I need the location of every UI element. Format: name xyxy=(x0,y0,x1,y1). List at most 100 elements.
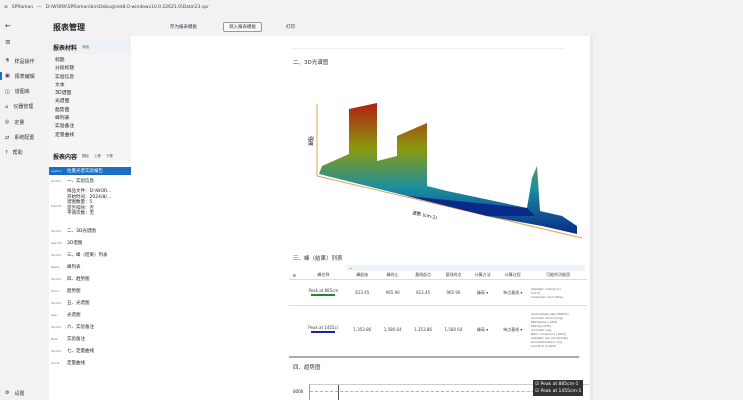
content-item[interactable]: Section 二、3D光谱图 xyxy=(49,225,131,237)
content-item[interactable]: Spec3D 3D谱图 xyxy=(49,237,131,249)
item-type-tag: ExpInfo xyxy=(51,203,62,208)
content-item[interactable]: ExpInfo 样品文件：D:\WOR... 开始时间：2024/8/... 谱图数量… xyxy=(49,187,131,225)
item-text: 六、实验备注 xyxy=(67,324,94,330)
peak-table: ⌄ ⚙ 峰名称 峰起始 峰终止 基线起点 基线终点 计算方法 计算过程 可能的功能团 Peak a… xyxy=(289,265,587,358)
legend-item[interactable]: ☑ Peak at 1455cm-1 xyxy=(535,388,581,395)
value-cell: 965.90 xyxy=(446,290,461,295)
content-item[interactable]: Quant 定量曲线 xyxy=(49,357,131,369)
item-type-tag: Spec xyxy=(51,312,58,317)
dropdown-icon: ▾ xyxy=(484,326,489,332)
material-item[interactable]: 3D谱图 xyxy=(49,90,131,98)
item-type-tag: Spec3D xyxy=(51,240,62,245)
time-label: 00:00:30 xyxy=(553,202,571,207)
nav-label: 定量 xyxy=(14,119,25,126)
nav-item-4[interactable]: ◎ 定量 xyxy=(0,115,46,129)
process-select[interactable]: 单点基线 ▾ xyxy=(497,306,529,354)
value-cell: 813.45 xyxy=(416,290,431,295)
nav-label: 系统配置 xyxy=(14,135,35,141)
title-bar: ⊘ SPRaman — D:\WORK\SPRaman\bin\Debug\ne… xyxy=(0,0,743,14)
content-item[interactable]: Spec 光谱图 xyxy=(49,309,131,321)
material-item[interactable]: 实验备注 xyxy=(49,123,131,131)
material-item[interactable]: 实验信息 xyxy=(49,74,131,82)
3d-spectrum-chart: 强度 波数 (cm-1) 00:00:30 xyxy=(307,103,583,239)
sample-icon: ⚗ xyxy=(5,58,10,64)
app-logo-icon: ⊘ xyxy=(4,4,8,10)
value-cell: 813.45 xyxy=(355,290,370,295)
peak-name-cell: Peak at 1455cr xyxy=(300,306,348,354)
item-text: 四、趋势图 xyxy=(67,276,90,282)
column-header[interactable]: 峰名称 xyxy=(300,271,348,280)
nav-item-2[interactable]: ◫ 谱图库 xyxy=(0,85,46,99)
column-header[interactable]: 计算过程 xyxy=(497,271,529,280)
item-text: 趋势图 xyxy=(67,288,81,294)
x-axis-label: 波数 (cm-1) xyxy=(412,209,438,221)
nav-item-5[interactable]: ⇄ 系统配置 xyxy=(0,131,46,145)
process-value: 单点基线 xyxy=(503,289,520,295)
content-item[interactable]: Peaks 峰列表 xyxy=(49,261,131,273)
content-item[interactable]: Trend 趋势图 xyxy=(49,285,131,297)
nav-item-0[interactable]: ⚗ 样品操作 xyxy=(0,54,46,68)
content-item[interactable]: Section 六、实验备注 xyxy=(49,321,131,333)
save-template-button[interactable]: 存为报表模板 xyxy=(165,22,202,32)
process-select[interactable]: 单点基线 ▾ xyxy=(497,280,529,306)
material-item[interactable]: 文本 xyxy=(49,82,131,90)
table-settings-icon[interactable]: ⚙ xyxy=(289,271,300,280)
peak-color-swatch xyxy=(311,331,336,334)
nav-item-3[interactable]: ⌂ 仪器管理 xyxy=(0,100,46,114)
print-button[interactable]: 打印 xyxy=(281,22,300,32)
move-down-button[interactable]: 下移 xyxy=(106,154,113,159)
horizontal-scrollbar[interactable] xyxy=(289,355,579,358)
exp-info-line: 平滑次数：无 xyxy=(67,211,94,216)
add-button[interactable]: 添加 xyxy=(82,45,89,50)
column-header[interactable]: 基线终点 xyxy=(438,271,468,280)
exp-info-line: 样品文件：D:\WOR... xyxy=(67,189,112,194)
material-item[interactable]: 峰列表 xyxy=(49,115,131,123)
material-item[interactable]: 标题 xyxy=(49,57,131,65)
column-header[interactable]: 峰起始 xyxy=(347,271,377,280)
content-item[interactable]: Section 五、光谱图 xyxy=(49,297,131,309)
file-path: D:\WORK\SPRaman\bin\Debug\net8.0-windows… xyxy=(45,4,210,10)
content-item[interactable]: Note 实验备注 xyxy=(49,333,131,345)
table-row[interactable]: Peak at 1455cr 1,353.86 1,580.64 1,353.86 1,… xyxy=(289,305,587,354)
material-item[interactable]: 趋势图 xyxy=(49,107,131,115)
content-item[interactable]: Caption 拉曼光谱实验报告 xyxy=(49,167,131,175)
column-header[interactable]: 计算方法 xyxy=(469,271,497,280)
column-header[interactable]: 可能的功能团 xyxy=(529,271,587,280)
title-separator: — xyxy=(37,4,42,10)
item-type-tag: Section xyxy=(51,276,62,281)
content-item[interactable]: Section 四、趋势图 xyxy=(49,273,131,285)
material-item[interactable]: 分段标题 xyxy=(49,65,131,73)
method-select[interactable]: 峰高 ▾ xyxy=(469,306,497,354)
materials-title: 报表材料 xyxy=(53,44,78,52)
move-up-button[interactable]: 上移 xyxy=(94,154,101,159)
report-preview[interactable]: 二、3D光谱图 强度 波数 (cm-1) 00:00:30 三、峰（结果）列表 … xyxy=(287,36,590,400)
table-row[interactable]: Peak at 885cm 813.45 965.90 813.45 965.90 峰高 … xyxy=(289,279,587,306)
item-type-tag: Trend xyxy=(51,288,59,293)
item-type-tag: Section xyxy=(51,228,62,233)
column-header[interactable]: 基线起点 xyxy=(408,271,438,280)
method-select[interactable]: 峰高 ▾ xyxy=(469,280,497,306)
material-item[interactable]: 定量曲线 xyxy=(49,132,131,140)
content-item[interactable]: Section 三、峰（结果）列表 xyxy=(49,249,131,261)
nav-label: 谱图库 xyxy=(14,89,30,96)
nav-label: 设置 xyxy=(14,390,25,397)
item-type-tag: Quant xyxy=(51,360,60,365)
material-item[interactable]: 光谱图 xyxy=(49,98,131,106)
nav-item-1[interactable]: ▣ 报表编辑 xyxy=(0,69,46,83)
back-button[interactable]: ← xyxy=(0,19,46,33)
content-item[interactable]: Section 七、定量曲线 xyxy=(49,345,131,357)
menu-toggle-button[interactable]: ≡ xyxy=(0,35,46,49)
item-type-tag: Caption xyxy=(51,169,62,173)
legend-item[interactable]: ☑ Peak at 885cm-1 xyxy=(535,381,581,388)
column-header[interactable]: 峰终止 xyxy=(377,271,407,280)
nav-settings[interactable]: ⚙ 设置 xyxy=(0,386,46,400)
item-type-tag: Section xyxy=(51,348,62,353)
nav-item-6[interactable]: ? 帮助 xyxy=(0,146,46,160)
vertical-scrollbar[interactable] xyxy=(590,36,593,400)
item-text: 一、实验信息 xyxy=(67,179,94,184)
peak-name: Peak at 1455cr xyxy=(308,325,339,331)
delete-button[interactable]: 删除 xyxy=(82,154,89,159)
load-template-button[interactable]: 调入报表模板 xyxy=(223,22,262,32)
dropdown-icon: ▾ xyxy=(484,289,489,295)
content-item[interactable]: Section 一、实验信息 xyxy=(49,175,131,187)
